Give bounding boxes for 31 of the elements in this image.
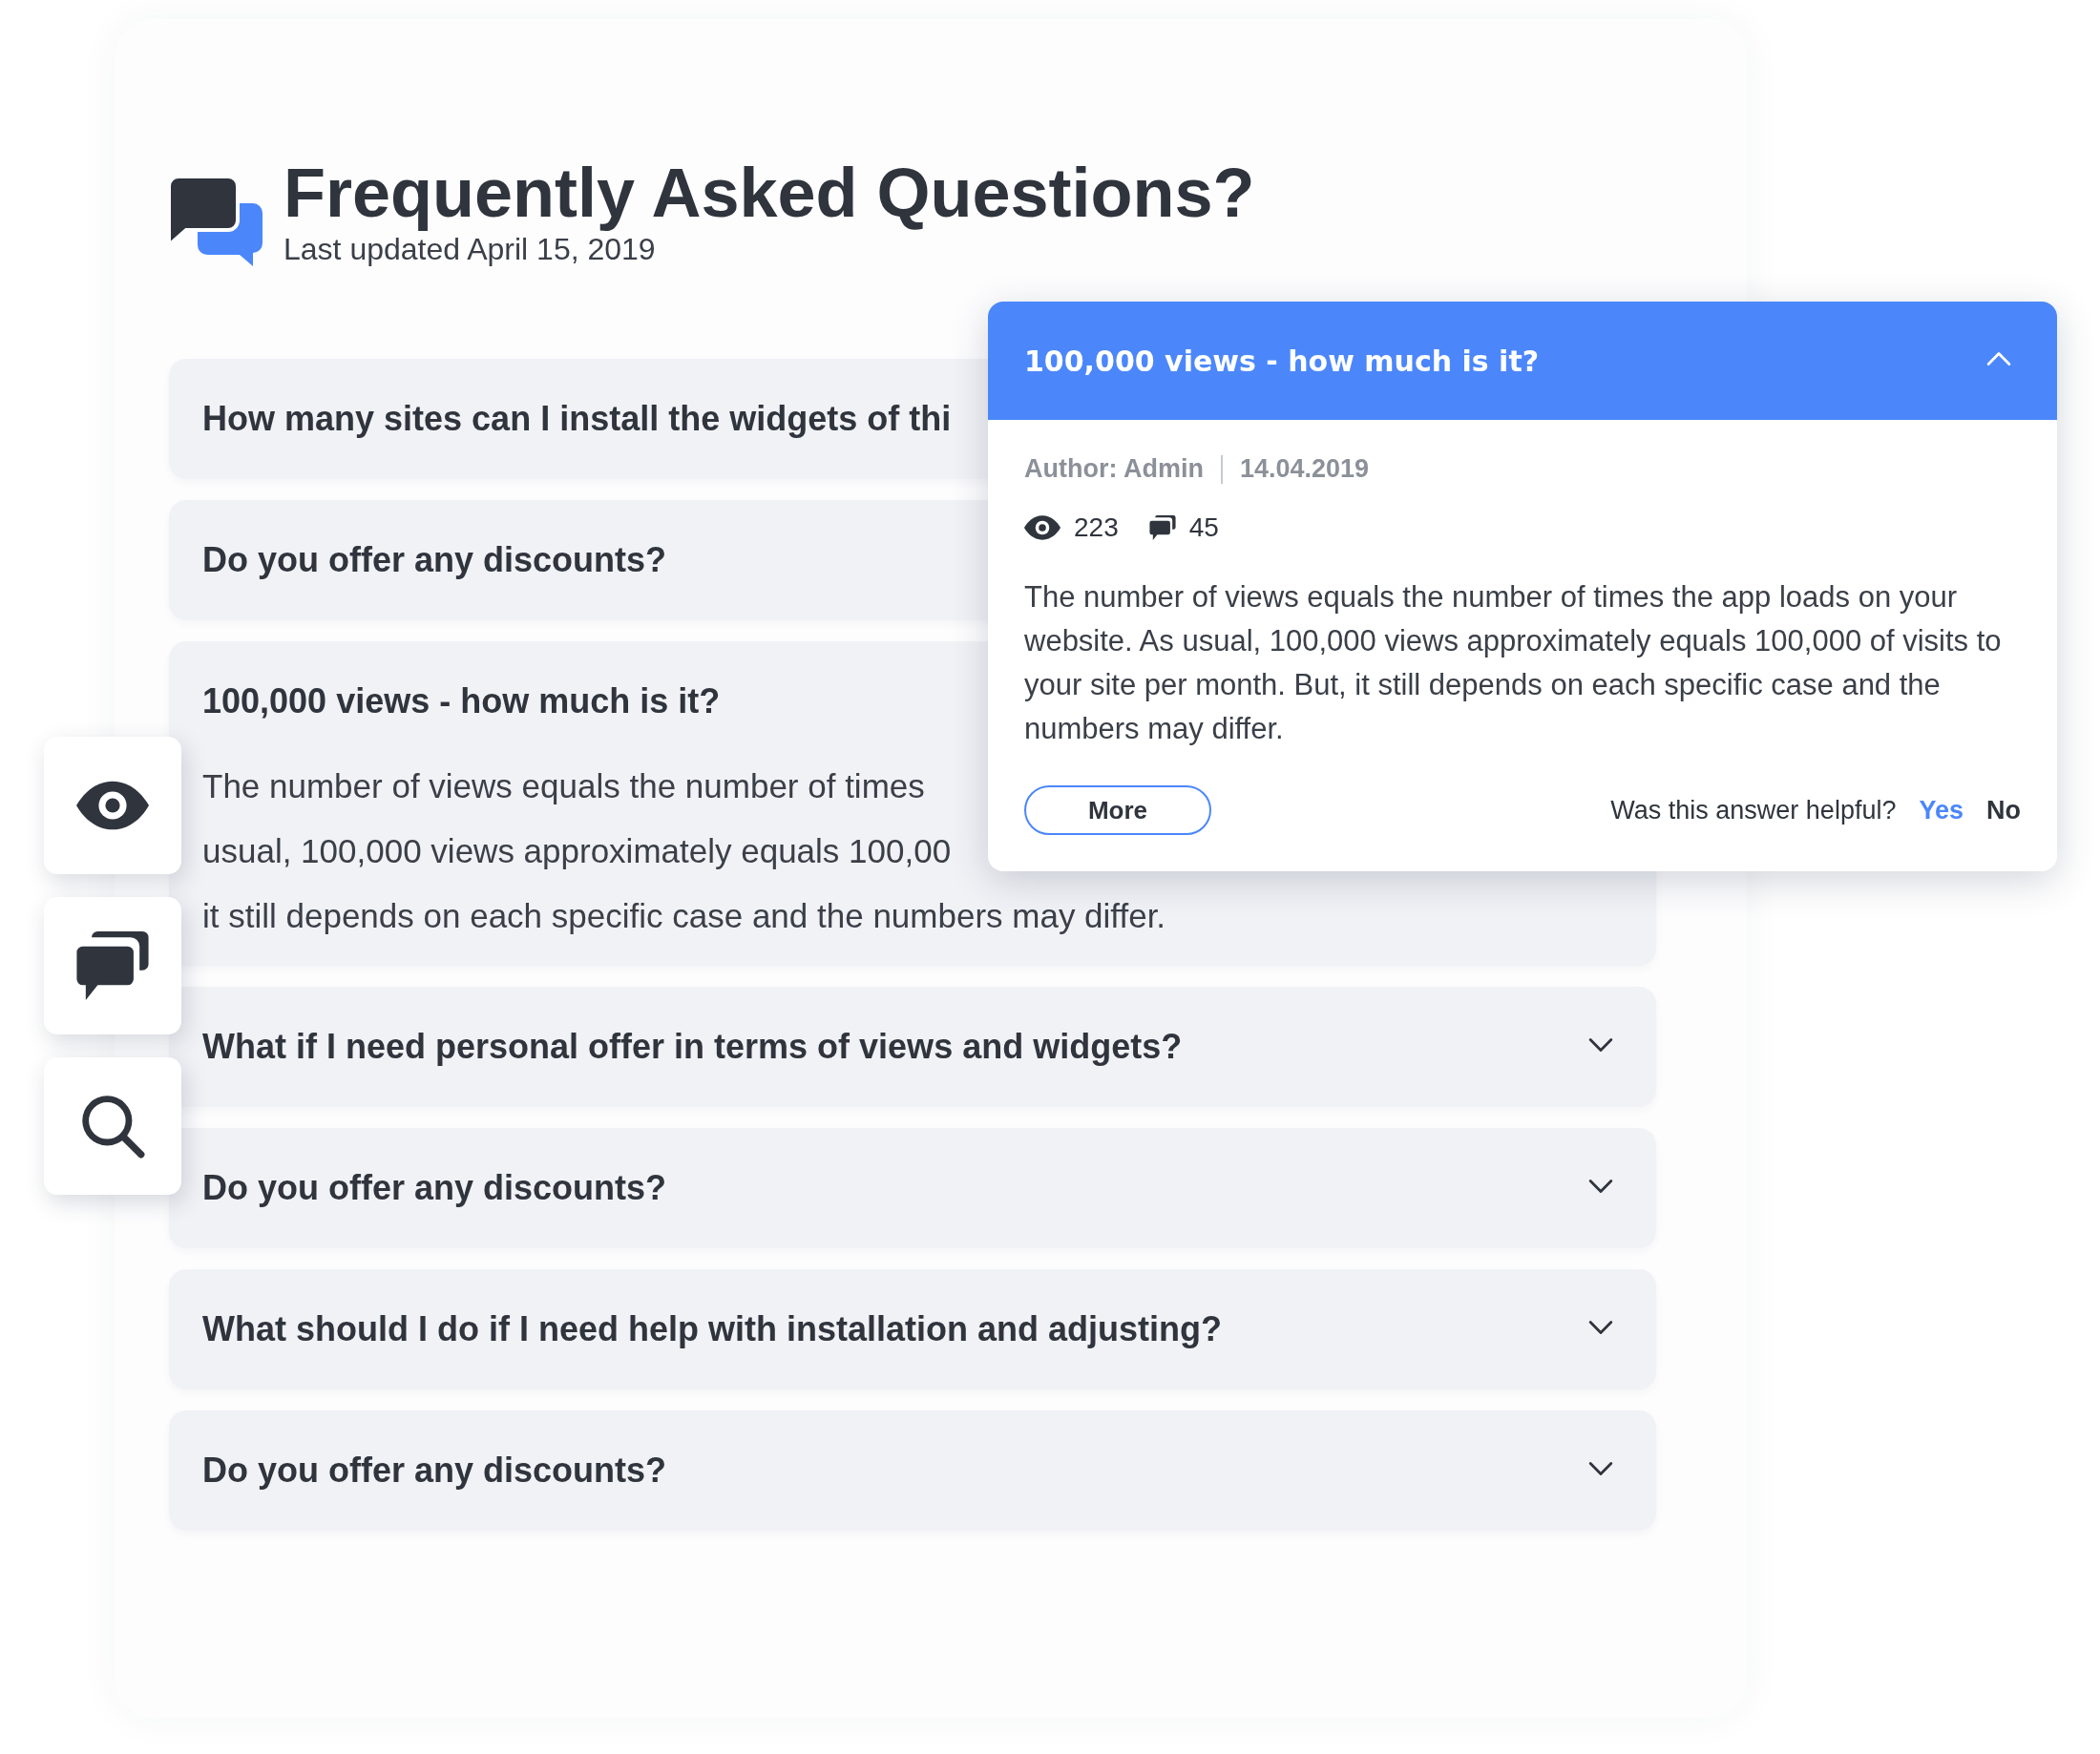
- views-count: 223: [1074, 512, 1119, 543]
- faq-item[interactable]: What if I need personal offer in terms of views and widgets?: [169, 987, 1656, 1107]
- vote-button[interactable]: No: [1986, 795, 2021, 825]
- chat-icon: [1148, 515, 1176, 540]
- more-button[interactable]: More: [1024, 785, 1211, 835]
- faq-item[interactable]: What should I do if I need help with installation and adjusting?: [169, 1269, 1656, 1389]
- eye-icon: [76, 781, 149, 830]
- question-text: How many sites can I install the widgets of thi: [202, 399, 952, 439]
- chevron-icon[interactable]: [1588, 1461, 1613, 1476]
- chevron-icon[interactable]: [1588, 1320, 1613, 1335]
- faq-item[interactable]: Do you offer any discounts?: [169, 1128, 1656, 1248]
- page-title: Frequently Asked Questions?: [284, 156, 1255, 230]
- side-button[interactable]: [44, 897, 181, 1034]
- eye-icon: [1024, 515, 1060, 540]
- question-text: Do you offer any discounts?: [202, 1451, 667, 1491]
- answer-text: usual, 100,000 views approximately equals 100,00: [202, 831, 952, 871]
- question-text: 100,000 views - how much is it?: [202, 681, 721, 721]
- chat-icon: [76, 931, 149, 1000]
- question-text: Do you offer any discounts?: [202, 540, 667, 580]
- question-text: What if I need personal offer in terms of views and widgets?: [202, 1027, 1183, 1067]
- chevron-icon[interactable]: [1588, 1179, 1613, 1194]
- question-text: Do you offer any discounts?: [202, 1168, 667, 1208]
- faq-item[interactable]: Do you offer any discounts?: [169, 1410, 1656, 1531]
- answer-text: The number of views equals the number of times: [202, 766, 925, 806]
- side-button[interactable]: [44, 1057, 181, 1195]
- comments-count: 45: [1188, 512, 1219, 543]
- question-text: What should I do if I need help with installation and adjusting?: [202, 1309, 1222, 1349]
- side-button[interactable]: [44, 737, 181, 874]
- chevron-icon[interactable]: [1588, 1037, 1613, 1053]
- last-updated-text: Last updated April 15, 2019: [284, 231, 657, 268]
- answer-text: it still depends on each specific case and the numbers may differ.: [202, 896, 1166, 936]
